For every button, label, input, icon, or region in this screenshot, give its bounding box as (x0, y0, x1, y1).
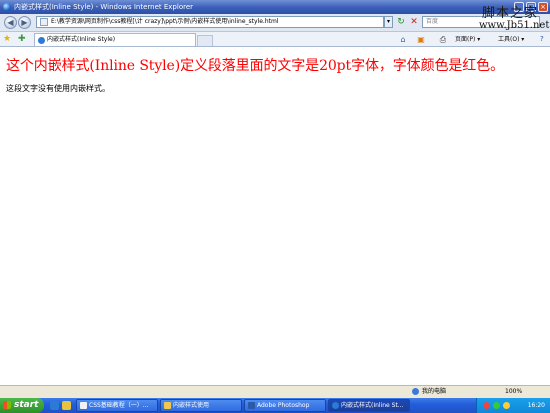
taskbar-item[interactable]: CSS基础教程（一）... (76, 399, 158, 412)
title-bar: 内嵌式样式(Inline Style) - Windows Internet E… (0, 0, 550, 14)
help-icon[interactable]: ? (540, 34, 548, 45)
status-bar: 我的电脑 100% (0, 385, 550, 398)
quicklaunch-desktop-icon[interactable] (62, 401, 71, 410)
tab-label: 内嵌式样式(Inline Style) (47, 36, 116, 43)
close-button[interactable]: × (538, 2, 548, 12)
start-label: start (14, 400, 39, 410)
favorites-star-icon[interactable]: ★ (3, 34, 11, 44)
new-tab-button[interactable] (197, 35, 213, 46)
search-placeholder: 百度 (426, 18, 439, 25)
window-title: 内嵌式样式(Inline Style) - Windows Internet E… (14, 3, 194, 11)
tab-ie-icon (38, 37, 45, 44)
start-button[interactable]: start (0, 398, 44, 413)
system-tray: 16:20 (476, 398, 550, 413)
watermark-url: www.Jb51.net (479, 20, 550, 31)
inline-style-paragraph: 这个内嵌样式(Inline Style)定义段落里面的文字是20pt字体，字体颜… (6, 58, 504, 74)
taskbar-item[interactable]: 内嵌样式使用 (160, 399, 242, 412)
security-zone: 我的电脑 (422, 388, 447, 395)
address-toolbar: ◀ ▶ E:\教学资源\网页制作\css教程[\计 crazy]\ppt\示例\… (0, 14, 550, 32)
tray-icon[interactable] (483, 402, 490, 409)
zoom-level[interactable]: 100% (505, 387, 522, 397)
computer-icon (412, 388, 419, 395)
tab-toolbar: ★ ✚ 内嵌式样式(Inline Style) ⌂ ▣ ⎙ 页面(P) ▾ 工具… (0, 32, 550, 47)
back-button[interactable]: ◀ (4, 16, 17, 29)
clock[interactable]: 16:20 (528, 398, 545, 413)
home-icon[interactable]: ⌂ (397, 34, 409, 45)
taskbar: start CSS基础教程（一）... 内嵌样式使用 Adobe Photosh… (0, 398, 550, 413)
address-input[interactable]: E:\教学资源\网页制作\css教程[\计 crazy]\ppt\示例\内嵌样式… (36, 16, 384, 28)
ie-icon (332, 402, 339, 409)
taskbar-item[interactable]: Adobe Photoshop (244, 399, 326, 412)
feed-icon[interactable]: ▣ (415, 34, 427, 45)
tools-menu[interactable]: 工具(O) ▾ (498, 34, 524, 45)
quicklaunch-ie-icon[interactable] (50, 401, 59, 410)
tab-current-page[interactable]: 内嵌式样式(Inline Style) (34, 33, 196, 46)
ie-icon (3, 3, 11, 11)
tray-icon[interactable] (493, 402, 500, 409)
page-menu[interactable]: 页面(P) ▾ (455, 34, 480, 45)
forward-button[interactable]: ▶ (18, 16, 31, 29)
tray-icon[interactable] (503, 402, 510, 409)
add-favorites-icon[interactable]: ✚ (18, 34, 26, 44)
stop-icon[interactable]: ✕ (408, 16, 420, 28)
page-icon (40, 18, 48, 26)
address-dropdown-button[interactable]: ▾ (384, 16, 393, 28)
taskbar-item-active[interactable]: 内嵌式样式(Inline St... (328, 399, 410, 412)
folder-icon (164, 402, 171, 409)
page-content: 这个内嵌样式(Inline Style)定义段落里面的文字是20pt字体，字体颜… (0, 47, 550, 385)
windows-flag-icon (3, 401, 11, 409)
print-icon[interactable]: ⎙ (437, 34, 449, 45)
document-icon (80, 402, 87, 409)
address-text: E:\教学资源\网页制作\css教程[\计 crazy]\ppt\示例\内嵌样式… (51, 18, 279, 25)
photoshop-icon (248, 402, 255, 409)
refresh-icon[interactable]: ↻ (395, 16, 407, 28)
plain-paragraph: 这段文字没有使用内嵌样式。 (6, 84, 110, 93)
watermark-logo: 脚本之家 (482, 6, 539, 21)
